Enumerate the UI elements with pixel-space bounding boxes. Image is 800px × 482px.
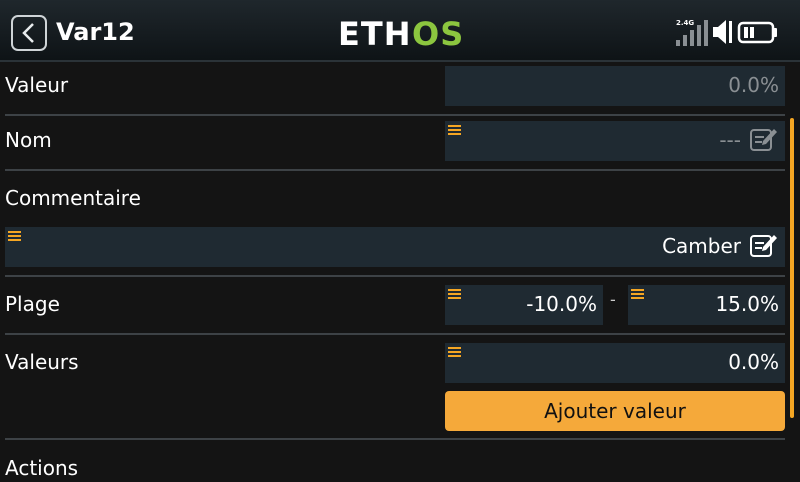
valeurs-field[interactable]: 0.0% xyxy=(445,343,785,383)
plage-label: Plage xyxy=(5,292,60,316)
divider xyxy=(5,275,785,277)
plage-max-value: 15.0% xyxy=(715,292,779,316)
editable-marker-icon xyxy=(8,231,21,242)
ethos-logo: ETH OS xyxy=(338,12,463,53)
scrollbar[interactable] xyxy=(790,118,794,418)
commentaire-label: Commentaire xyxy=(5,186,141,210)
divider xyxy=(5,169,785,171)
nom-label: Nom xyxy=(5,128,52,152)
battery-icon xyxy=(737,21,777,44)
divider xyxy=(5,438,785,440)
editable-marker-icon xyxy=(448,347,461,358)
chevron-left-icon xyxy=(22,23,34,43)
actions-label: Actions xyxy=(5,456,79,480)
logo-text-right: OS xyxy=(412,15,462,52)
editable-marker-icon xyxy=(448,125,461,136)
plage-max-field[interactable]: 15.0% xyxy=(628,285,785,325)
valeur-field: 0.0% xyxy=(445,66,785,106)
plage-min-field[interactable]: -10.0% xyxy=(445,285,603,325)
page-title: Var12 xyxy=(56,18,135,46)
edit-icon[interactable] xyxy=(749,233,779,259)
add-value-button[interactable]: Ajouter valeur xyxy=(445,391,785,431)
speaker-icon xyxy=(713,20,732,44)
divider xyxy=(5,114,785,116)
valeurs-value: 0.0% xyxy=(728,350,779,374)
nom-field[interactable]: --- xyxy=(445,121,785,161)
divider xyxy=(5,333,785,335)
editable-marker-icon xyxy=(448,289,461,300)
commentaire-field[interactable]: Camber xyxy=(5,227,785,267)
range-separator: - xyxy=(610,290,616,309)
top-bar: Var12 ETH OS 2.4G xyxy=(0,0,800,62)
nom-value: --- xyxy=(719,128,741,152)
plage-min-value: -10.0% xyxy=(526,292,597,316)
commentaire-value: Camber xyxy=(662,234,741,258)
signal-band-label: 2.4G xyxy=(676,19,694,27)
status-icons: 2.4G xyxy=(676,16,786,48)
valeur-value: 0.0% xyxy=(728,73,779,97)
edit-icon[interactable] xyxy=(749,127,779,153)
back-button[interactable] xyxy=(11,15,47,51)
editable-marker-icon xyxy=(631,289,644,300)
valeur-label: Valeur xyxy=(5,73,69,97)
valeurs-label: Valeurs xyxy=(5,350,79,374)
logo-text-left: ETH xyxy=(338,15,411,52)
